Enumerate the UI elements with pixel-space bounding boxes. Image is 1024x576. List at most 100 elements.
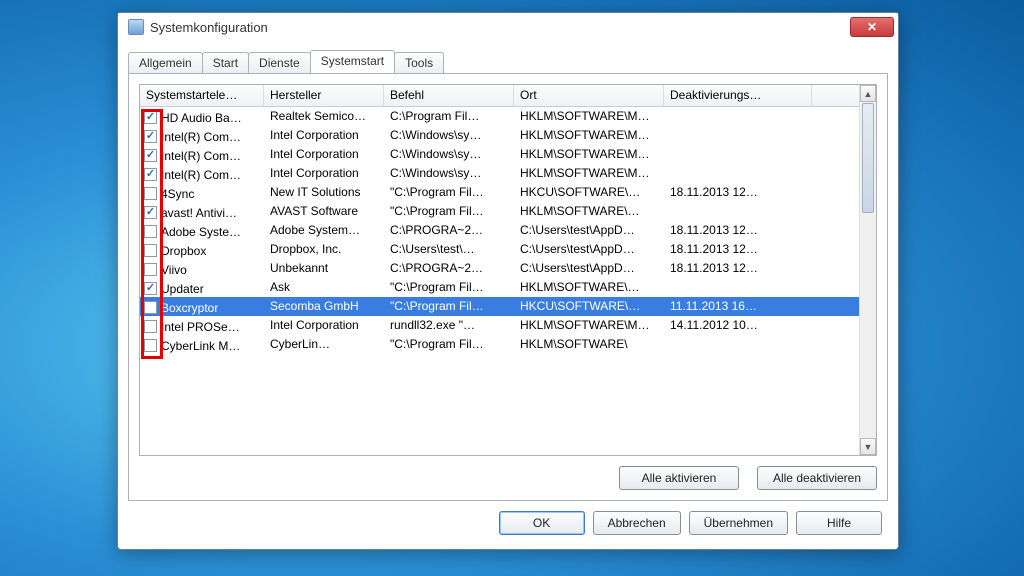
tab-start[interactable]: Start <box>202 52 249 74</box>
cell-cmd: "C:\Program Fil… <box>384 202 514 221</box>
col-befehl[interactable]: Befehl <box>384 85 514 106</box>
cell-loc: HKLM\SOFTWARE\M… <box>514 145 664 164</box>
cell-vendor: Unbekannt <box>264 259 384 278</box>
cell-loc: C:\Users\test\AppD… <box>514 259 664 278</box>
tab-dienste[interactable]: Dienste <box>248 52 311 74</box>
table-row[interactable]: Adobe Syste…Adobe System…C:\PROGRA~2…C:\… <box>140 221 859 240</box>
cell-cmd: "C:\Program Fil… <box>384 335 514 354</box>
cell-loc: HKLM\SOFTWARE\… <box>514 278 664 297</box>
cell-date <box>664 335 812 354</box>
cell-loc: C:\Users\test\AppD… <box>514 240 664 259</box>
msconfig-window: Systemkonfiguration ✕ Allgemein Start Di… <box>117 12 899 550</box>
app-icon <box>128 19 144 35</box>
startup-listview[interactable]: Systemstartele… Hersteller Befehl Ort De… <box>139 84 877 456</box>
dialog-buttons: OK Abbrechen Übernehmen Hilfe <box>118 511 898 549</box>
help-button[interactable]: Hilfe <box>796 511 882 535</box>
cell-cmd: C:\PROGRA~2… <box>384 259 514 278</box>
cell-cmd: C:\Program Fil… <box>384 107 514 126</box>
cell-vendor: Realtek Semico… <box>264 107 384 126</box>
close-button[interactable]: ✕ <box>850 17 894 37</box>
table-row[interactable]: Intel PROSe… Intel Corporationrundll32.ex… <box>140 316 859 335</box>
cell-loc: HKLM\SOFTWARE\M… <box>514 126 664 145</box>
cell-cmd: C:\Users\test\… <box>384 240 514 259</box>
cell-vendor: Intel Corporation <box>264 126 384 145</box>
cell-loc: C:\Users\test\AppD… <box>514 221 664 240</box>
table-row[interactable]: Intel(R) Com…Intel CorporationC:\Windows… <box>140 145 859 164</box>
cell-loc: HKCU\SOFTWARE\… <box>514 297 664 316</box>
listview-rows: HD Audio Ba…Realtek Semico…C:\Program Fi… <box>140 107 859 455</box>
startup-item-name: 4Sync <box>161 187 194 201</box>
startup-item-name: Adobe Syste… <box>161 225 241 239</box>
startup-item-name: Intel PROSe… <box>161 320 240 334</box>
scroll-down-button[interactable]: ▼ <box>860 438 876 455</box>
table-row[interactable]: Intel(R) Com…Intel CorporationC:\Windows… <box>140 126 859 145</box>
ok-button[interactable]: OK <box>499 511 585 535</box>
cell-vendor: AVAST Software <box>264 202 384 221</box>
cell-cmd: C:\Windows\sy… <box>384 164 514 183</box>
list-buttons: Alle aktivieren Alle deaktivieren <box>139 466 877 490</box>
col-hersteller[interactable]: Hersteller <box>264 85 384 106</box>
table-row[interactable]: CyberLink M… CyberLin…"C:\Program Fil…HKL… <box>140 335 859 354</box>
table-row[interactable]: Updater Ask"C:\Program Fil…HKLM\SOFTWARE\… <box>140 278 859 297</box>
table-row[interactable]: Dropbox Dropbox, Inc.C:\Users\test\…C:\Us… <box>140 240 859 259</box>
startup-item-name: Intel(R) Com… <box>161 130 241 144</box>
window-title: Systemkonfiguration <box>150 20 850 35</box>
cell-date: 14.11.2012 10… <box>664 316 812 335</box>
cell-date <box>664 278 812 297</box>
listview-header[interactable]: Systemstartele… Hersteller Befehl Ort De… <box>140 85 876 107</box>
cell-date: 18.11.2013 12… <box>664 259 812 278</box>
cell-vendor: Intel Corporation <box>264 316 384 335</box>
cell-cmd: rundll32.exe "… <box>384 316 514 335</box>
scroll-thumb[interactable] <box>862 103 874 213</box>
table-row[interactable]: Boxcryptor Secomba GmbH"C:\Program Fil…HK… <box>140 297 859 316</box>
col-ort[interactable]: Ort <box>514 85 664 106</box>
startup-item-name: avast! Antivi… <box>161 206 237 220</box>
cell-vendor: Ask <box>264 278 384 297</box>
annotation-highlight <box>141 109 163 359</box>
cell-vendor: Dropbox, Inc. <box>264 240 384 259</box>
cell-date: 18.11.2013 12… <box>664 240 812 259</box>
table-row[interactable]: HD Audio Ba…Realtek Semico…C:\Program Fi… <box>140 107 859 126</box>
cell-date <box>664 107 812 126</box>
cell-date <box>664 145 812 164</box>
titlebar[interactable]: Systemkonfiguration ✕ <box>118 13 898 41</box>
cell-vendor: CyberLin… <box>264 335 384 354</box>
apply-button[interactable]: Übernehmen <box>689 511 788 535</box>
scroll-up-button[interactable]: ▲ <box>860 85 876 102</box>
startup-item-name: CyberLink M… <box>161 339 240 353</box>
cell-vendor: Intel Corporation <box>264 145 384 164</box>
cancel-button[interactable]: Abbrechen <box>593 511 681 535</box>
cell-date: 11.11.2013 16… <box>664 297 812 316</box>
startup-item-name: Boxcryptor <box>161 301 218 315</box>
col-systemstart[interactable]: Systemstartele… <box>140 85 264 106</box>
enable-all-button[interactable]: Alle aktivieren <box>619 466 739 490</box>
tab-bar: Allgemein Start Dienste Systemstart Tool… <box>118 41 898 73</box>
cell-cmd: "C:\Program Fil… <box>384 278 514 297</box>
startup-item-name: Updater <box>161 282 204 296</box>
cell-date: 18.11.2013 12… <box>664 183 812 202</box>
disable-all-button[interactable]: Alle deaktivieren <box>757 466 877 490</box>
tab-systemstart[interactable]: Systemstart <box>310 50 395 73</box>
startup-item-name: Intel(R) Com… <box>161 168 241 182</box>
col-deaktivierung[interactable]: Deaktivierungs… <box>664 85 812 106</box>
cell-loc: HKCU\SOFTWARE\… <box>514 183 664 202</box>
tab-allgemein[interactable]: Allgemein <box>128 52 203 74</box>
cell-loc: HKLM\SOFTWARE\M… <box>514 164 664 183</box>
table-row[interactable]: avast! Antivi… AVAST Software"C:\Program … <box>140 202 859 221</box>
table-row[interactable]: 4SyncNew IT Solutions"C:\Program Fil…HKC… <box>140 183 859 202</box>
cell-vendor: Secomba GmbH <box>264 297 384 316</box>
close-icon: ✕ <box>867 21 877 33</box>
cell-vendor: Intel Corporation <box>264 164 384 183</box>
cell-cmd: C:\PROGRA~2… <box>384 221 514 240</box>
cell-loc: HKLM\SOFTWARE\… <box>514 202 664 221</box>
table-row[interactable]: Intel(R) Com… Intel CorporationC:\Windows… <box>140 164 859 183</box>
vertical-scrollbar[interactable]: ▲ ▼ <box>859 85 876 455</box>
cell-date <box>664 126 812 145</box>
cell-loc: HKLM\SOFTWARE\ <box>514 335 664 354</box>
startup-item-name: Viivo <box>161 263 187 277</box>
table-row[interactable]: Viivo UnbekanntC:\PROGRA~2…C:\Users\test\… <box>140 259 859 278</box>
tab-tools[interactable]: Tools <box>394 52 444 74</box>
startup-item-name: Dropbox <box>161 244 206 258</box>
cell-loc: HKLM\SOFTWARE\M… <box>514 316 664 335</box>
cell-cmd: "C:\Program Fil… <box>384 297 514 316</box>
